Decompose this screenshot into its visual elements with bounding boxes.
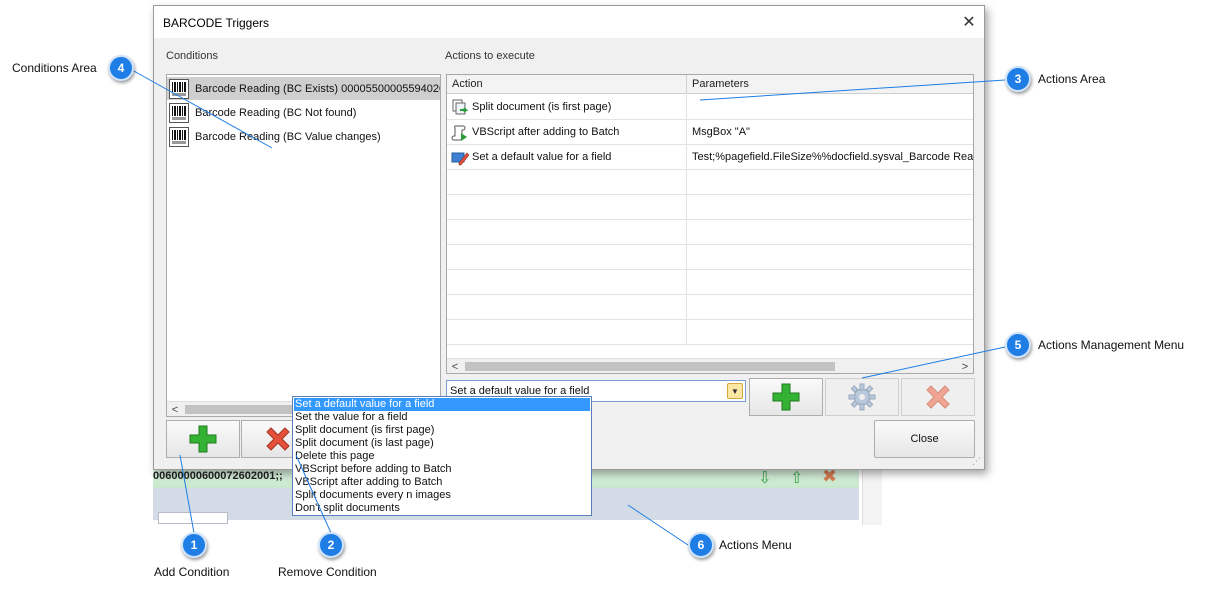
action-name: VBScript after adding to Batch [472,126,620,138]
action-name: Split document (is first page) [472,101,612,113]
annotation-badge-4: 4 [108,55,134,81]
barcode-icon [169,78,189,99]
empty-row [447,245,973,270]
action-row[interactable]: VBScript after adding to Batch MsgBox "A… [447,120,973,145]
remove-icon [926,385,950,409]
split-document-icon [452,99,469,114]
actions-label: Actions to execute [445,50,535,62]
chevron-down-icon[interactable]: ▼ [727,383,743,399]
action-name: Set a default value for a field [472,151,612,163]
dropdown-option[interactable]: Split document (is last page) [294,437,590,450]
condition-label: Barcode Reading (BC Not found) [195,106,357,119]
title-bar: BARCODE Triggers ✕ [154,6,984,38]
annotation-badge-1: 1 [181,532,207,558]
arrow-up-icon[interactable]: ⇧ [790,468,803,488]
annotation-label-1: Add Condition [154,565,230,579]
set-field-icon [451,152,469,165]
annotation-label-4: Conditions Area [12,61,97,75]
annotation-label-2: Remove Condition [278,565,377,579]
empty-row [447,270,973,295]
background-barcode-value: 00600000600072602001;; [153,470,283,482]
annotation-badge-6: 6 [688,532,714,558]
add-action-button[interactable] [749,378,823,416]
actions-grid[interactable]: Action Parameters Split document (is fir… [446,74,974,374]
dropdown-option[interactable]: VBScript before adding to Batch [294,463,590,476]
gear-icon [848,383,876,411]
grid-header: Action Parameters [447,75,973,94]
annotation-label-3: Actions Area [1038,72,1106,86]
annotation-badge-2: 2 [318,532,344,558]
dropdown-option[interactable]: Split document (is first page) [294,424,590,437]
empty-row [447,170,973,195]
barcode-icon [169,102,189,123]
action-params [687,95,973,120]
annotation-badge-5: 5 [1005,332,1031,358]
vbscript-icon [451,125,467,141]
add-condition-button[interactable] [166,420,240,458]
annotation-badge-3: 3 [1005,66,1031,92]
condition-item[interactable]: Barcode Reading (BC Exists) 000055000055… [167,77,440,100]
empty-row [447,195,973,220]
empty-row [447,295,973,320]
annotation-label-6: Actions Menu [719,538,792,552]
condition-item[interactable]: Barcode Reading (BC Value changes) [167,125,440,148]
empty-row [447,220,973,245]
condition-item[interactable]: Barcode Reading (BC Not found) [167,101,440,124]
condition-label: Barcode Reading (BC Exists) 000055000055… [195,82,441,95]
dropdown-option[interactable]: VBScript after adding to Batch [294,476,590,489]
action-row[interactable]: Split document (is first page) [447,95,973,120]
action-params: MsgBox "A" [692,126,750,138]
close-button[interactable]: Close [874,420,975,458]
dropdown-option[interactable]: Delete this page [294,450,590,463]
remove-icon [266,427,290,451]
background-field-box [158,512,228,524]
dropdown-option[interactable]: Don't split documents [294,502,590,515]
scroll-left-icon[interactable]: < [167,402,183,416]
edit-action-button[interactable] [825,378,899,416]
barcode-icon [169,126,189,147]
action-params: Test;%pagefield.FileSize%%docfield.sysva… [692,151,973,163]
dropdown-option[interactable]: Split documents every n images [294,489,590,502]
close-icon[interactable]: ✕ [954,6,984,38]
action-type-dropdown[interactable]: Set a default value for a field Set the … [292,396,592,516]
column-header-parameters[interactable]: Parameters [687,75,973,94]
dropdown-option[interactable]: Set a default value for a field [294,398,590,411]
scroll-thumb[interactable] [465,362,835,371]
action-row[interactable]: Set a default value for a field Test;%pa… [447,145,973,170]
empty-row [447,320,973,345]
column-header-action[interactable]: Action [447,75,687,94]
scroll-right-icon[interactable]: > [957,359,973,373]
annotation-label-5: Actions Management Menu [1038,338,1185,352]
dropdown-option[interactable]: Set the value for a field [294,411,590,424]
plus-icon [189,425,217,453]
arrow-down-icon[interactable]: ⇩ [758,468,771,488]
conditions-label: Conditions [166,50,218,62]
remove-action-button[interactable] [901,378,975,416]
actions-hscrollbar[interactable]: < > [447,358,973,373]
condition-label: Barcode Reading (BC Value changes) [195,130,381,143]
plus-icon [772,383,800,411]
dialog-title: BARCODE Triggers [163,16,270,30]
resize-grip-icon[interactable]: ⋰ [972,456,981,467]
scroll-left-icon[interactable]: < [447,359,463,373]
conditions-list[interactable]: Barcode Reading (BC Exists) 000055000055… [166,74,441,417]
